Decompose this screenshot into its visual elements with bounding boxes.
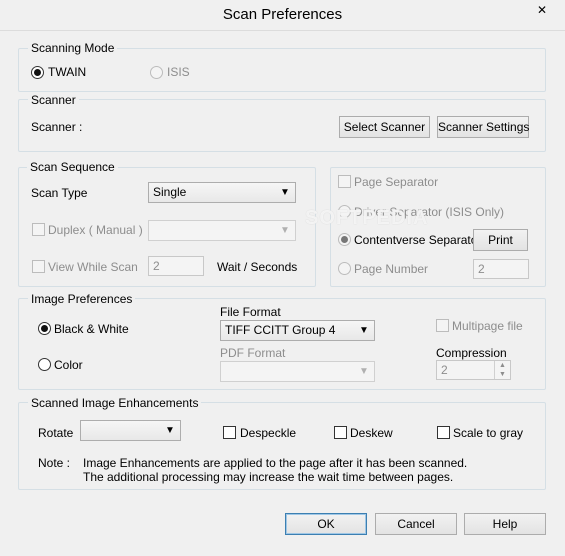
scan-type-value: Single (153, 185, 187, 199)
chevron-down-icon: ▼ (280, 225, 290, 236)
scan-type-select[interactable]: Single ▼ (148, 182, 296, 203)
help-button[interactable]: Help (464, 513, 546, 535)
page-number-radio[interactable] (338, 262, 351, 275)
isis-radio[interactable] (150, 66, 163, 79)
deskew-label[interactable]: Deskew (350, 426, 393, 440)
rotate-select[interactable]: ▼ (80, 420, 181, 441)
file-format-value: TIFF CCITT Group 4 (225, 323, 336, 337)
image-preferences-label: Image Preferences (28, 292, 136, 306)
window-title: Scan Preferences (222, 6, 343, 23)
file-format-label: File Format (220, 305, 281, 319)
isis-label[interactable]: ISIS (167, 65, 190, 79)
duplex-label[interactable]: Duplex ( Manual ) (48, 223, 143, 237)
multipage-checkbox[interactable] (436, 319, 449, 332)
compression-spinner[interactable]: ▲ ▼ (494, 361, 510, 379)
print-button[interactable]: Print (473, 229, 528, 251)
color-radio[interactable] (38, 358, 51, 371)
view-while-scan-label[interactable]: View While Scan (48, 260, 138, 274)
page-number-input[interactable]: 2 (473, 259, 529, 279)
dialog-body: Scanning Mode TWAIN ISIS Scanner Scanner… (0, 30, 565, 556)
scanning-mode-label: Scanning Mode (28, 41, 118, 55)
page-separator-label[interactable]: Page Separator (354, 175, 438, 189)
black-white-radio[interactable] (38, 322, 51, 335)
select-scanner-button[interactable]: Select Scanner (339, 116, 430, 138)
color-label[interactable]: Color (54, 358, 83, 372)
page-separator-checkbox[interactable] (338, 175, 351, 188)
chevron-down-icon: ▼ (359, 366, 369, 377)
compression-value: 2 (441, 363, 448, 377)
contentverse-separator-label[interactable]: Contentverse Separator (354, 233, 481, 247)
chevron-down-icon: ▼ (165, 425, 175, 436)
compression-input[interactable]: 2 ▲ ▼ (436, 360, 511, 380)
contentverse-separator-radio[interactable] (338, 233, 351, 246)
enhancements-label: Scanned Image Enhancements (28, 396, 202, 410)
chevron-down-icon: ▼ (280, 187, 290, 198)
note-label: Note : (38, 456, 71, 470)
duplex-checkbox[interactable] (32, 223, 45, 236)
black-white-label[interactable]: Black & White (54, 322, 129, 336)
scan-type-label: Scan Type (31, 186, 88, 200)
file-format-select[interactable]: TIFF CCITT Group 4 ▼ (220, 320, 375, 341)
spin-up-icon[interactable]: ▲ (495, 361, 510, 370)
cancel-button[interactable]: Cancel (375, 513, 457, 535)
compression-label: Compression (436, 346, 507, 360)
view-while-scan-checkbox[interactable] (32, 260, 45, 273)
spin-down-icon[interactable]: ▼ (495, 370, 510, 379)
note-line-1: Image Enhancements are applied to the pa… (83, 456, 468, 470)
scanner-label: Scanner (28, 93, 79, 107)
scale-to-gray-checkbox[interactable] (437, 426, 450, 439)
chevron-down-icon: ▼ (359, 325, 369, 336)
scale-to-gray-label[interactable]: Scale to gray (453, 426, 523, 440)
despeckle-label[interactable]: Despeckle (240, 426, 296, 440)
wait-seconds-label: Wait / Seconds (217, 260, 298, 274)
close-icon[interactable]: ✕ (526, 1, 558, 19)
note-line-2: The additional processing may increase t… (83, 470, 454, 484)
pdf-format-select[interactable]: ▼ (220, 361, 375, 382)
scan-sequence-label: Scan Sequence (27, 160, 118, 174)
twain-radio[interactable] (31, 66, 44, 79)
softpedia-watermark: SOFTPEDIA (305, 207, 429, 229)
duplex-select[interactable]: ▼ (148, 220, 296, 241)
deskew-checkbox[interactable] (334, 426, 347, 439)
title-bar: Scan Preferences ✕ (0, 0, 565, 30)
twain-label[interactable]: TWAIN (48, 65, 86, 79)
ok-button[interactable]: OK (285, 513, 367, 535)
scanner-field-label: Scanner : (31, 120, 83, 134)
wait-seconds-input[interactable]: 2 (148, 256, 204, 276)
pdf-format-label: PDF Format (220, 346, 286, 360)
multipage-label[interactable]: Multipage file (452, 319, 523, 333)
rotate-label: Rotate (38, 426, 74, 440)
page-number-label[interactable]: Page Number (354, 262, 428, 276)
scanner-settings-button[interactable]: Scanner Settings (437, 116, 529, 138)
despeckle-checkbox[interactable] (223, 426, 236, 439)
